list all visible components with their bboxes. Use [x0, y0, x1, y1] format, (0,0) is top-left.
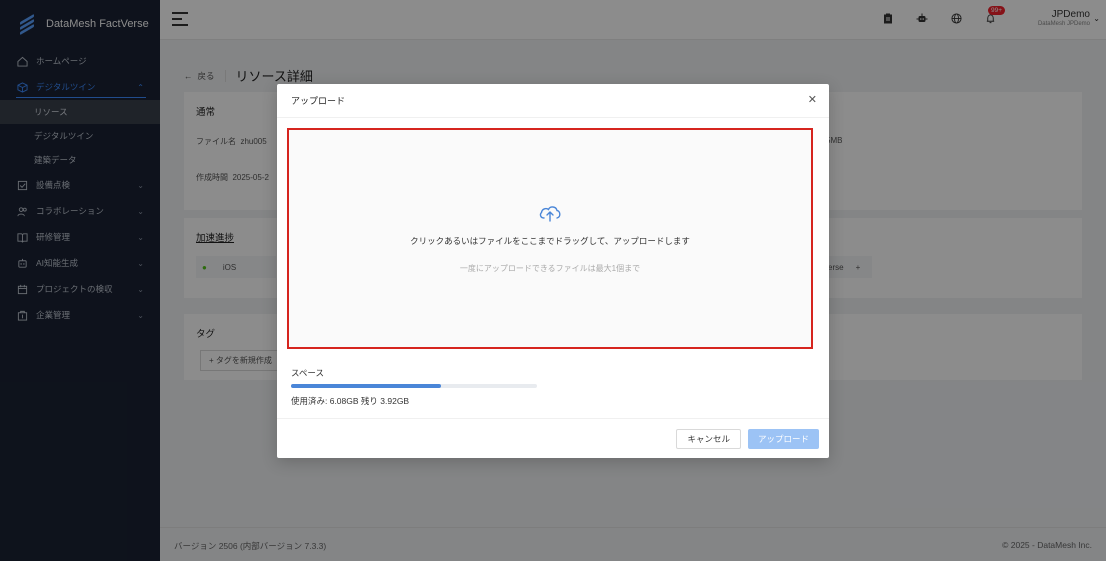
storage-progress-fill: [291, 384, 441, 388]
modal-header: アップロード: [277, 84, 829, 118]
modal-footer: キャンセル アップロード: [277, 418, 829, 458]
drop-hint: 一度にアップロードできるファイルは最大1個まで: [459, 264, 641, 273]
upload-modal: アップロード ✕ クリックあるいはファイルをここまでドラッグして、アップロードし…: [277, 84, 829, 458]
modal-title: アップロード: [291, 96, 346, 106]
close-icon[interactable]: ✕: [808, 93, 817, 106]
cloud-upload-icon: [539, 206, 561, 222]
storage-progress: [291, 384, 537, 388]
storage-usage-text: 使用済み: 6.08GB 残り 3.92GB: [291, 396, 410, 406]
upload-drop-zone[interactable]: クリックあるいはファイルをここまでドラッグして、アップロードします 一度にアップ…: [287, 128, 813, 349]
drop-instruction: クリックあるいはファイルをここまでドラッグして、アップロードします: [410, 236, 690, 246]
space-label: スペース: [291, 368, 324, 378]
cancel-button[interactable]: キャンセル: [676, 429, 741, 449]
upload-button[interactable]: アップロード: [747, 429, 819, 449]
